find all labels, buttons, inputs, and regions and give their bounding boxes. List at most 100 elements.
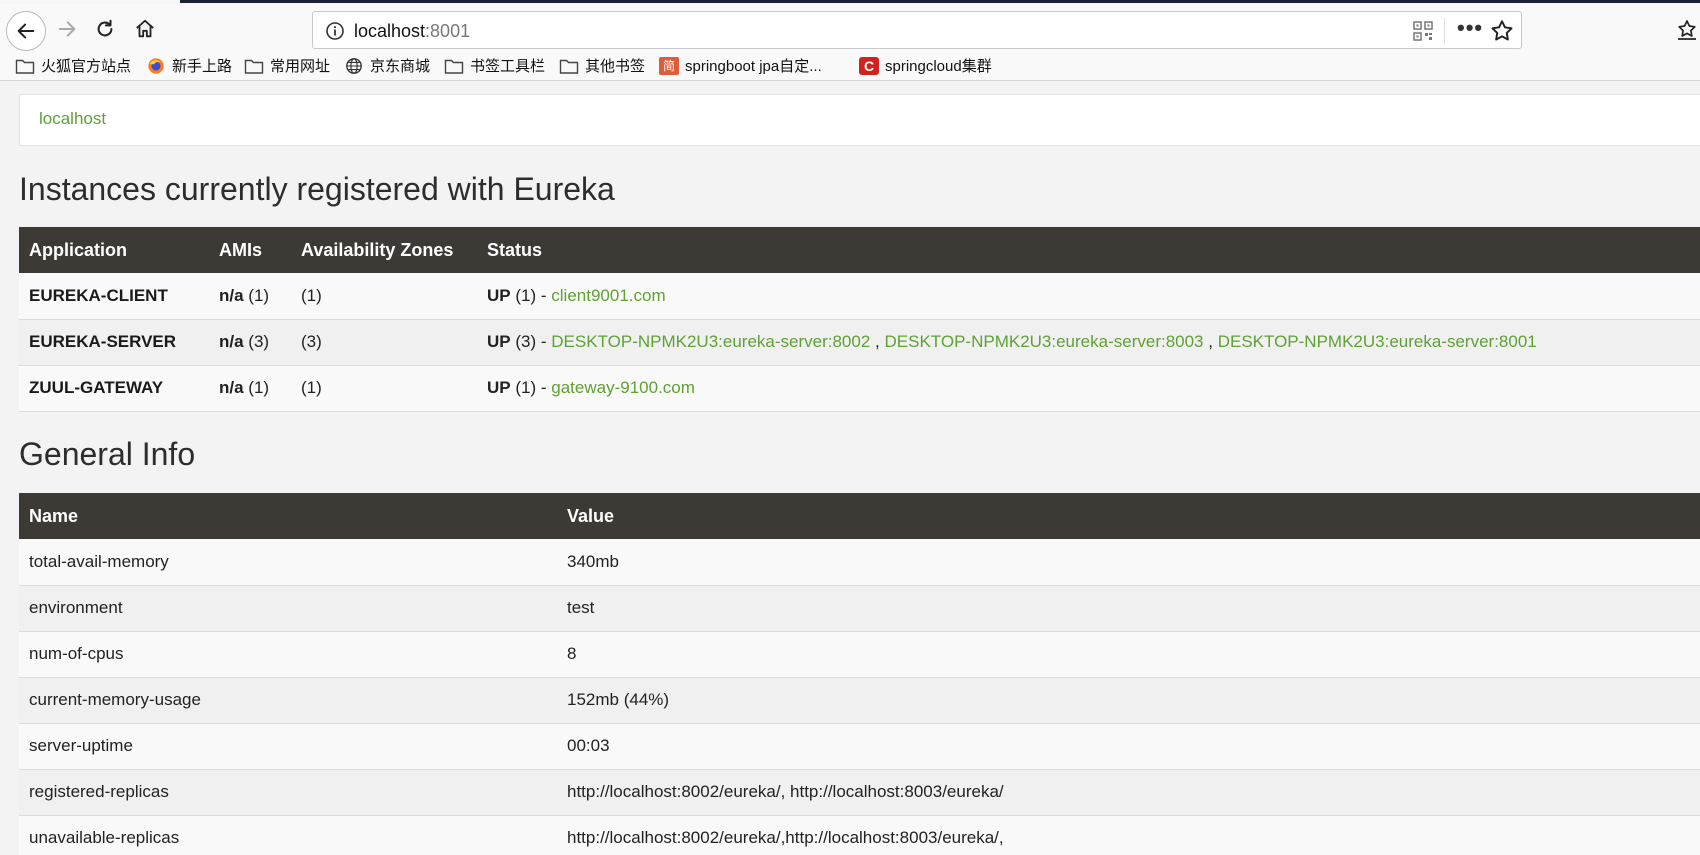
reload-button[interactable]: [88, 12, 122, 46]
zones-cell: (1): [291, 273, 477, 320]
bookmark-label: 火狐官方站点: [41, 58, 132, 75]
bookmark-label: 其他书签: [585, 58, 646, 75]
csdn-icon: C: [859, 56, 879, 75]
bookmark-item[interactable]: 简 springboot jpa自定...: [659, 55, 822, 76]
ami-cell: n/a (1): [209, 365, 291, 412]
breadcrumb: localhost: [19, 94, 1700, 146]
bookmark-item[interactable]: 火狐官方站点: [15, 55, 131, 76]
url-bar-separator: [1444, 18, 1445, 44]
status-value: UP: [487, 332, 511, 351]
ami-count: (1): [248, 378, 270, 397]
info-value: http://localhost:8002/eureka/,http://loc…: [557, 815, 1700, 855]
bookmarks-toolbar: 火狐官方站点 新手上路 常用网址 京东商城 书签工具栏 其他书签 简 sprin…: [0, 51, 1700, 81]
column-header: Application: [19, 227, 209, 273]
app-name: EUREKA-CLIENT: [19, 273, 209, 320]
column-header: Status: [477, 227, 1700, 273]
forward-button[interactable]: [50, 12, 84, 46]
column-header: Value: [557, 493, 1700, 539]
globe-icon: [344, 57, 364, 75]
bookmark-item[interactable]: 其他书签: [559, 55, 645, 76]
info-name: server-uptime: [19, 723, 557, 770]
arrow-right-icon: [58, 21, 76, 37]
arrow-left-icon: [17, 23, 35, 39]
general-header-row: Name Value: [19, 493, 1700, 539]
url-text[interactable]: localhost:8001: [354, 21, 470, 42]
status-count: (1) -: [515, 285, 547, 305]
table-row: num-of-cpus 8: [19, 631, 1700, 678]
bookmark-label: 新手上路: [172, 58, 233, 75]
page-actions-button[interactable]: •••: [1457, 15, 1483, 41]
status-cell: UP (3) - DESKTOP-NPMK2U3:eureka-server:8…: [477, 319, 1700, 366]
info-value: 8: [557, 631, 1700, 678]
jianshu-icon: 简: [659, 56, 679, 75]
table-row: unavailable-replicas http://localhost:800…: [19, 815, 1700, 855]
instance-link[interactable]: gateway-9100.com: [551, 378, 695, 397]
info-name: num-of-cpus: [19, 631, 557, 678]
column-header: Name: [19, 493, 557, 539]
column-header: AMIs: [209, 227, 291, 273]
info-icon[interactable]: [325, 21, 345, 41]
bookmark-item[interactable]: 常用网址: [244, 55, 330, 76]
bookmark-item[interactable]: 新手上路: [146, 55, 232, 76]
info-name: current-memory-usage: [19, 677, 557, 724]
table-row: environment test: [19, 585, 1700, 632]
qr-code-icon[interactable]: [1412, 20, 1434, 42]
ami-value: n/a: [219, 378, 244, 397]
bookmark-label: 常用网址: [270, 58, 331, 75]
info-value: 340mb: [557, 539, 1700, 586]
instance-link[interactable]: DESKTOP-NPMK2U3:eureka-server:8002: [551, 332, 870, 351]
table-row: current-memory-usage 152mb (44%): [19, 677, 1700, 724]
firefox-icon: [146, 57, 166, 75]
general-info-title: General Info: [19, 436, 196, 472]
folder-icon: [444, 57, 464, 75]
zones-cell: (1): [291, 365, 477, 412]
instance-link[interactable]: client9001.com: [551, 286, 665, 305]
info-name: total-avail-memory: [19, 539, 557, 586]
breadcrumb-link[interactable]: localhost: [39, 109, 106, 129]
general-info-table: Name Value total-avail-memory 340mb envir…: [19, 493, 1700, 855]
bookmark-item[interactable]: 京东商城: [344, 55, 430, 76]
ami-value: n/a: [219, 332, 244, 351]
table-row: EUREKA-CLIENT n/a (1) (1) UP (1) - clien…: [19, 273, 1700, 320]
folder-icon: [559, 57, 579, 75]
bookmark-label: 京东商城: [370, 58, 431, 75]
app-name: ZUUL-GATEWAY: [19, 365, 209, 412]
table-row: server-uptime 00:03: [19, 723, 1700, 770]
table-row: EUREKA-SERVER n/a (3) (3) UP (3) - DESKT…: [19, 319, 1700, 366]
navigation-toolbar: localhost:8001 •••: [0, 4, 1700, 51]
star-icon[interactable]: [1489, 18, 1515, 44]
back-button[interactable]: [6, 11, 46, 51]
ami-count: (1): [248, 285, 270, 305]
status-count: (3) -: [515, 332, 547, 351]
ami-count: (3): [248, 332, 270, 351]
info-name: registered-replicas: [19, 769, 557, 816]
app-name: EUREKA-SERVER: [19, 319, 209, 366]
status-count: (1) -: [515, 378, 547, 397]
bookmark-item[interactable]: C springcloud集群: [859, 55, 992, 76]
instance-link[interactable]: DESKTOP-NPMK2U3:eureka-server:8003: [884, 332, 1203, 351]
status-cell: UP (1) - client9001.com: [477, 273, 1700, 320]
column-header: Availability Zones: [291, 227, 477, 273]
zones-cell: (3): [291, 319, 477, 366]
folder-icon: [244, 57, 264, 75]
home-button[interactable]: [128, 12, 162, 46]
bookmark-label: springboot jpa自定...: [685, 58, 822, 75]
folder-icon: [15, 57, 35, 75]
instance-link[interactable]: DESKTOP-NPMK2U3:eureka-server:8001: [1218, 332, 1537, 351]
status-cell: UP (1) - gateway-9100.com: [477, 365, 1700, 412]
home-icon: [136, 19, 154, 38]
ami-cell: n/a (3): [209, 319, 291, 366]
bookmark-item[interactable]: 书签工具栏: [444, 55, 545, 76]
url-host: localhost: [354, 21, 426, 41]
url-bar[interactable]: localhost:8001 •••: [312, 11, 1522, 49]
table-row: registered-replicas http://localhost:8002…: [19, 769, 1700, 816]
bookmark-label: 书签工具栏: [470, 58, 546, 75]
ami-cell: n/a (1): [209, 273, 291, 320]
library-icon[interactable]: [1675, 18, 1699, 42]
instances-title: Instances currently registered with Eure…: [19, 171, 615, 207]
info-value: test: [557, 585, 1700, 632]
table-row: total-avail-memory 340mb: [19, 539, 1700, 586]
page-content: localhost Instances currently registered…: [0, 82, 1700, 855]
info-name: unavailable-replicas: [19, 815, 557, 855]
info-value: 152mb (44%): [557, 677, 1700, 724]
